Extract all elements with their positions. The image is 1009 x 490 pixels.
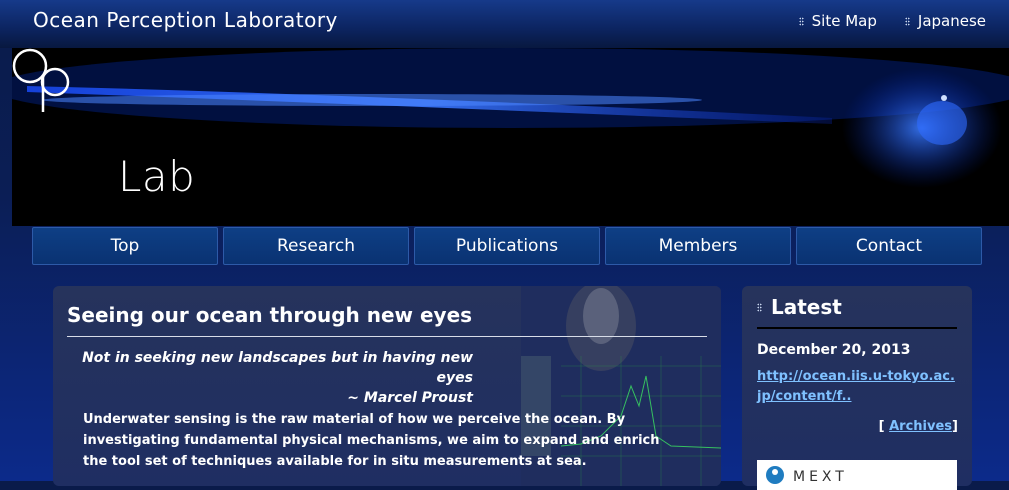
quote-author: ~ Marcel Proust (347, 390, 473, 406)
bullet-dots-icon (757, 302, 762, 312)
site-title[interactable]: Ocean Perception Laboratory (33, 8, 338, 32)
latest-panel: Latest December 20, 2013 http://ocean.ii… (742, 286, 972, 490)
news-link[interactable]: http://ocean.iis.u-tokyo.ac.jp/content/f… (757, 367, 957, 407)
top-links: Site Map Japanese (798, 12, 986, 30)
site-map-link[interactable]: Site Map (798, 12, 877, 30)
archives-open: [ (878, 419, 890, 434)
latest-title: Latest (771, 295, 842, 319)
archives-wrap: [ Archives] (879, 419, 958, 434)
site-map-label: Site Map (811, 12, 877, 30)
page-title: Seeing our ocean through new eyes (67, 303, 473, 327)
mext-logo-icon: MEXT (766, 466, 848, 485)
op-logo-icon[interactable] (12, 48, 162, 114)
news-date: December 20, 2013 (757, 342, 911, 358)
title-divider (67, 336, 707, 337)
bullet-dots-icon (904, 16, 910, 26)
nav-members[interactable]: Members (605, 227, 791, 265)
quote-text: Not in seeking new landscapes but in hav… (82, 350, 473, 386)
archives-link[interactable]: Archives (889, 419, 952, 434)
quote: Not in seeking new landscapes but in hav… (53, 348, 473, 408)
latest-heading: Latest (757, 295, 842, 319)
nav-research[interactable]: Research (223, 227, 409, 265)
main-nav: Top Research Publications Members Contac… (32, 227, 982, 265)
hero-banner: Lab (12, 48, 1009, 226)
japanese-label: Japanese (917, 12, 986, 30)
mext-logo-text: MEXT (793, 469, 848, 485)
intro-text: Underwater sensing is the raw material o… (83, 412, 660, 469)
archives-close: ] (952, 419, 958, 434)
top-bar: Ocean Perception Laboratory Site Map Jap… (0, 0, 1009, 48)
mext-banner[interactable]: MEXT (757, 460, 957, 490)
nav-top[interactable]: Top (32, 227, 218, 265)
nav-contact[interactable]: Contact (796, 227, 982, 265)
japanese-link[interactable]: Japanese (904, 12, 986, 30)
intro-panel: Seeing our ocean through new eyes Not in… (53, 286, 721, 486)
bullet-dots-icon (798, 16, 804, 26)
logo-text[interactable]: Lab (118, 152, 195, 201)
nav-publications[interactable]: Publications (414, 227, 600, 265)
latest-divider (757, 327, 957, 329)
